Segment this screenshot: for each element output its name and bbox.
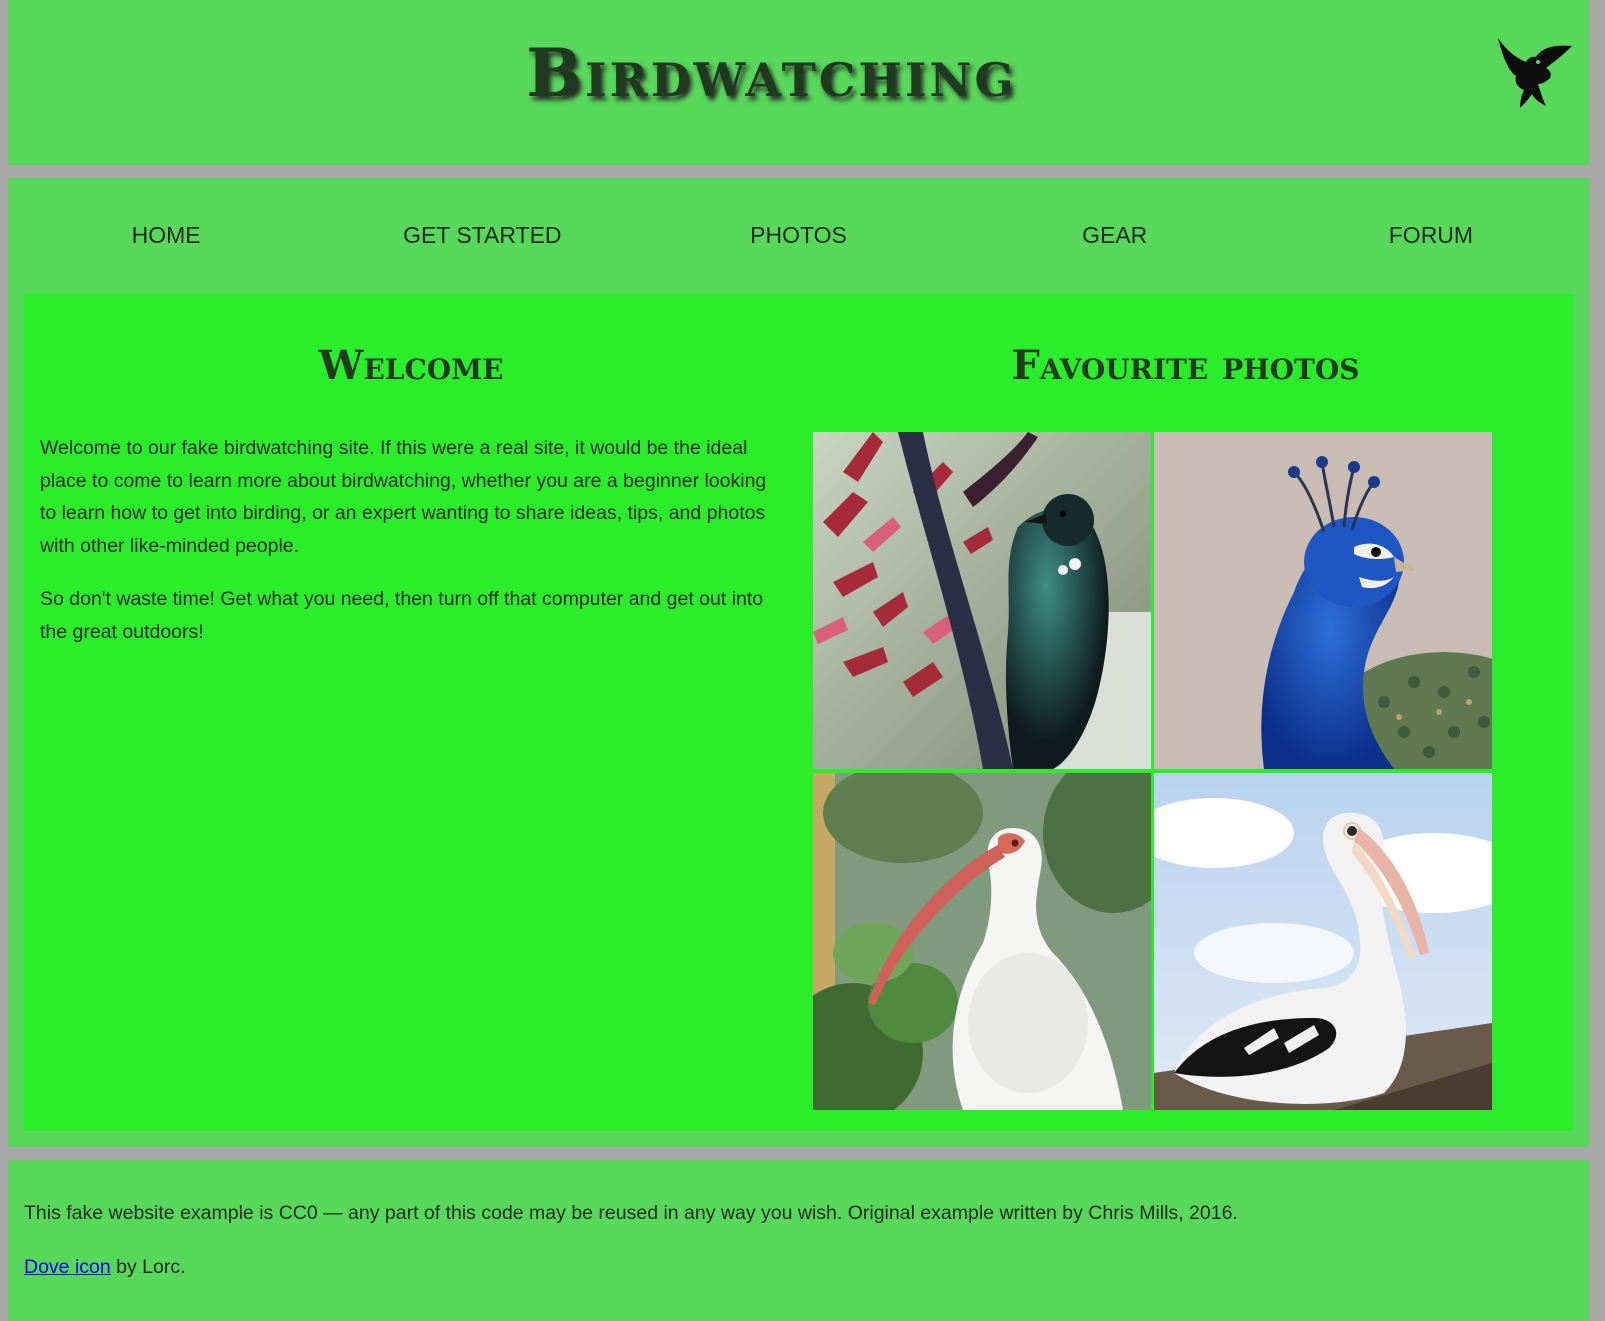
site-footer: This fake website example is CC0 — any p… xyxy=(8,1160,1589,1321)
welcome-paragraph: So don't waste time! Get what you need, … xyxy=(40,588,764,643)
site-header: Birdwatching xyxy=(8,0,1589,165)
icon-credit: Dove icon by Lorc. xyxy=(24,1256,186,1279)
welcome-heading: Welcome xyxy=(318,342,504,389)
tui-bird-photo xyxy=(813,432,1151,769)
nav-link-get-started[interactable]: Get started xyxy=(403,222,561,249)
nav-link-forum[interactable]: Forum xyxy=(1389,222,1473,249)
nav-link-photos[interactable]: Photos xyxy=(750,222,847,249)
welcome-paragraph: Welcome to our fake birdwatching site. I… xyxy=(40,437,767,557)
license-text: This fake website example is CC0 — any p… xyxy=(24,1202,1238,1224)
nav-item-home: Home xyxy=(8,178,324,293)
nav-list: Home Get started Photos Gear Forum xyxy=(8,178,1589,293)
nav-link-gear[interactable]: Gear xyxy=(1082,222,1147,249)
dove-icon-credit-link[interactable]: Dove icon xyxy=(24,1256,111,1278)
welcome-article: Welcome to our fake birdwatching site. I… xyxy=(40,432,782,669)
white-ibis-photo xyxy=(813,773,1151,1110)
credit-suffix: by Lorc. xyxy=(110,1256,186,1278)
peacock-photo xyxy=(1154,432,1492,769)
nav-item-photos: Photos xyxy=(640,178,956,293)
main-content: Welcome Welcome to our fake birdwatching… xyxy=(24,294,1573,1131)
nav-link-home[interactable]: Home xyxy=(132,222,201,249)
pelican-photo xyxy=(1154,773,1492,1110)
nav-item-gear: Gear xyxy=(957,178,1273,293)
site-title: Birdwatching xyxy=(526,34,1017,112)
dove-icon xyxy=(1498,38,1572,108)
nav-item-forum: Forum xyxy=(1273,178,1589,293)
nav-item-get-started: Get started xyxy=(324,178,640,293)
favourite-photos-heading: Favourite photos xyxy=(1011,342,1360,389)
